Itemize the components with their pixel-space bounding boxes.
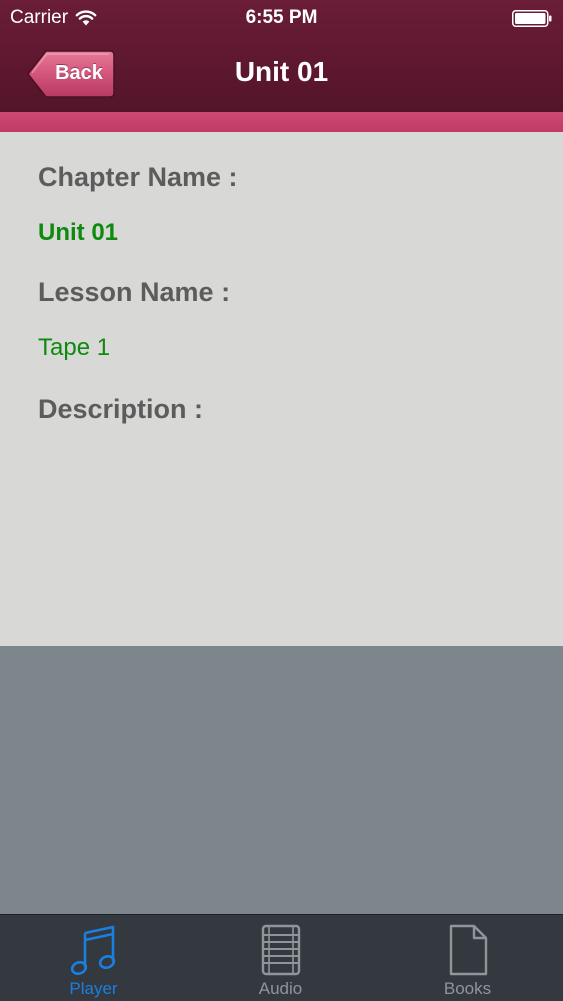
tab-audio[interactable]: Audio xyxy=(187,915,374,1001)
tab-audio-label: Audio xyxy=(258,979,303,998)
player-area xyxy=(0,646,563,914)
tab-bar: Player Audio Books xyxy=(0,914,563,1001)
music-note-icon xyxy=(70,925,115,975)
tab-books[interactable]: Books xyxy=(374,915,561,1001)
status-bar: Carrier 6:55 PM xyxy=(0,0,563,38)
document-icon xyxy=(449,924,487,976)
description-label: Description : xyxy=(38,394,204,424)
lesson-name-value: Tape 1 xyxy=(38,334,111,361)
status-time: 6:55 PM xyxy=(245,7,318,28)
tab-books-label: Books xyxy=(443,979,492,998)
accent-strip xyxy=(0,112,563,132)
lesson-name-label: Lesson Name : xyxy=(38,277,231,307)
tab-player-label: Player xyxy=(69,979,118,998)
lesson-details-panel: Chapter Name : Unit 01 Lesson Name : Tap… xyxy=(0,132,563,646)
page-title: Unit 01 xyxy=(234,56,329,87)
list-icon xyxy=(261,924,300,976)
chapter-name-value: Unit 01 xyxy=(38,219,119,246)
navigation-header: Carrier 6:55 PM Back Unit 01 xyxy=(0,0,563,112)
battery-icon xyxy=(512,10,552,27)
tab-player[interactable]: Player xyxy=(0,915,187,1001)
chapter-name-label: Chapter Name : xyxy=(38,162,238,192)
